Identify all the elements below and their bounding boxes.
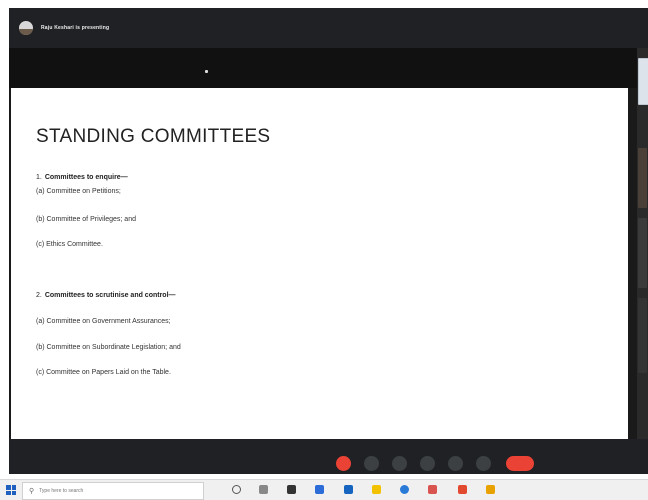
file-explorer-icon[interactable] [372, 485, 381, 494]
section-number: 2. [36, 292, 42, 299]
more-options-button[interactable] [476, 456, 491, 471]
start-button[interactable] [6, 485, 16, 495]
app-icon[interactable] [344, 485, 353, 494]
task-view-icon[interactable] [259, 485, 268, 494]
list-item: (a) Committee on Petitions; [36, 188, 121, 195]
list-item: (a) Committee on Government Assurances; [36, 318, 171, 325]
presenter-bar: Raju Keshari is presenting [9, 8, 648, 48]
section-heading: 1. Committees to enquire— [36, 174, 128, 181]
list-item: (c) Committee on Papers Laid on the Tabl… [36, 369, 171, 376]
pointer-cursor [205, 70, 208, 73]
list-item: (b) Committee on Subordinate Legislation… [36, 344, 181, 351]
search-placeholder: Type here to search [39, 488, 84, 494]
presentation-slide: STANDING COMMITTEES 1. Committees to enqu… [11, 88, 628, 439]
participant-rail [637, 48, 648, 468]
leave-call-button[interactable] [506, 456, 534, 471]
raise-hand-button[interactable] [448, 456, 463, 471]
mic-button[interactable] [336, 456, 351, 471]
presenting-label: Raju Keshari is presenting [41, 25, 110, 31]
edge-icon[interactable] [315, 485, 324, 494]
participant-tile[interactable] [638, 218, 647, 288]
participant-tile[interactable] [638, 298, 647, 373]
store-icon[interactable] [287, 485, 296, 494]
app-icon[interactable] [428, 485, 437, 494]
section-heading: 2. Committees to scrutinise and control— [36, 292, 176, 299]
section-heading-text: Committees to enquire— [44, 174, 128, 181]
section-number: 1. [36, 174, 42, 181]
presenter-avatar [19, 21, 33, 35]
app-icon[interactable] [486, 485, 495, 494]
participant-tile[interactable] [638, 58, 648, 105]
cortana-icon[interactable] [232, 485, 241, 494]
captions-button[interactable] [392, 456, 407, 471]
app-icon[interactable] [458, 485, 467, 494]
screen-share-view: Raju Keshari is presenting STANDING COMM… [9, 8, 648, 474]
camera-button[interactable] [364, 456, 379, 471]
present-button[interactable] [420, 456, 435, 471]
taskbar-search-box[interactable]: ⚲ Type here to search [22, 482, 204, 500]
participant-tile[interactable] [638, 148, 647, 208]
call-controls-bar [9, 439, 648, 474]
chrome-icon[interactable] [400, 485, 409, 494]
list-item: (c) Ethics Committee. [36, 241, 103, 248]
search-icon: ⚲ [29, 488, 35, 495]
section-heading-text: Committees to scrutinise and control— [44, 292, 176, 299]
windows-taskbar: ⚲ Type here to search [0, 479, 648, 500]
slide-top-margin [9, 48, 648, 88]
slide-title: STANDING COMMITTEES [36, 126, 271, 147]
list-item: (b) Committee of Privileges; and [36, 216, 136, 223]
